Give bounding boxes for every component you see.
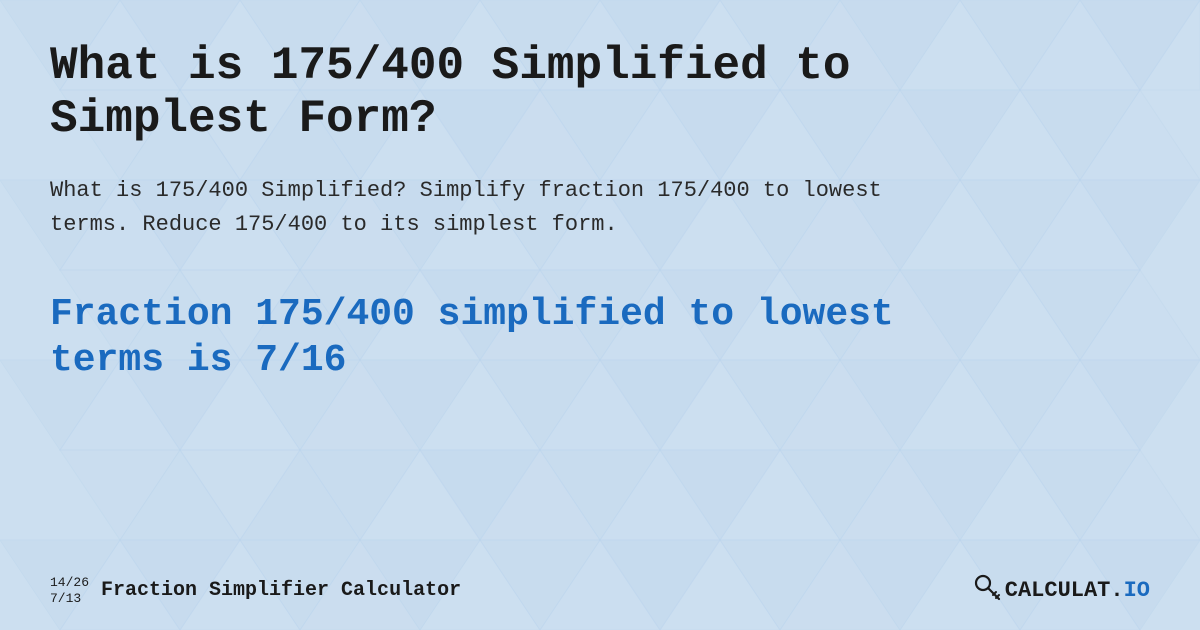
page-title: What is 175/400 Simplified to Simplest F… <box>50 40 950 146</box>
result-section: Fraction 175/400 simplified to lowest te… <box>50 292 1150 383</box>
description-text: What is 175/400 Simplified? Simplify fra… <box>50 174 910 242</box>
result-text: Fraction 175/400 simplified to lowest te… <box>50 292 1030 383</box>
page-content: What is 175/400 Simplified to Simplest F… <box>0 0 1200 630</box>
